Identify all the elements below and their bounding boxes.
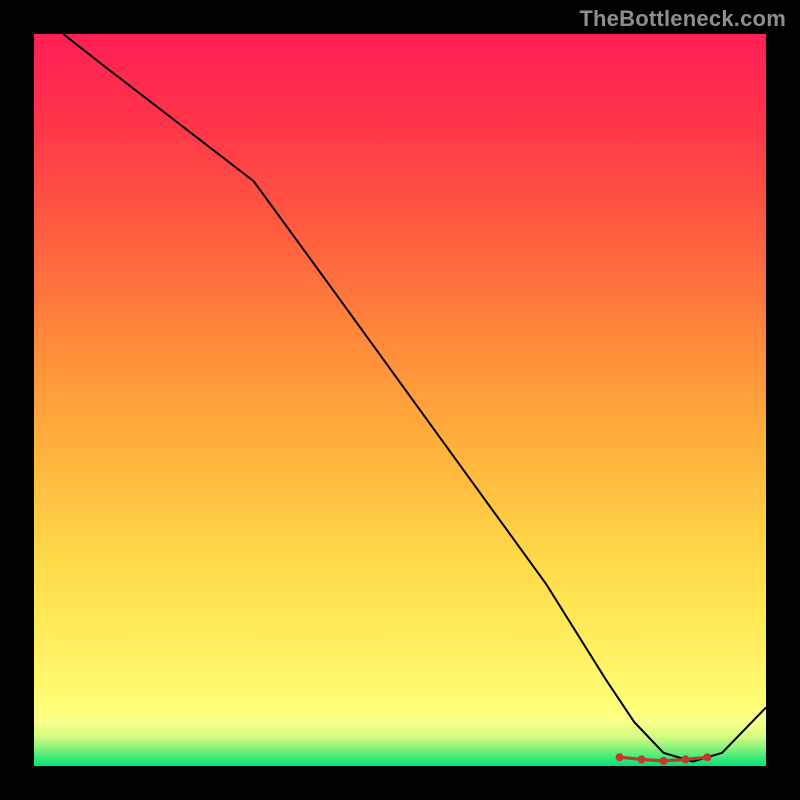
watermark-text: TheBottleneck.com <box>579 6 786 32</box>
plot-area <box>34 34 766 766</box>
heat-gradient <box>34 34 766 766</box>
chart-container: TheBottleneck.com <box>0 0 800 800</box>
